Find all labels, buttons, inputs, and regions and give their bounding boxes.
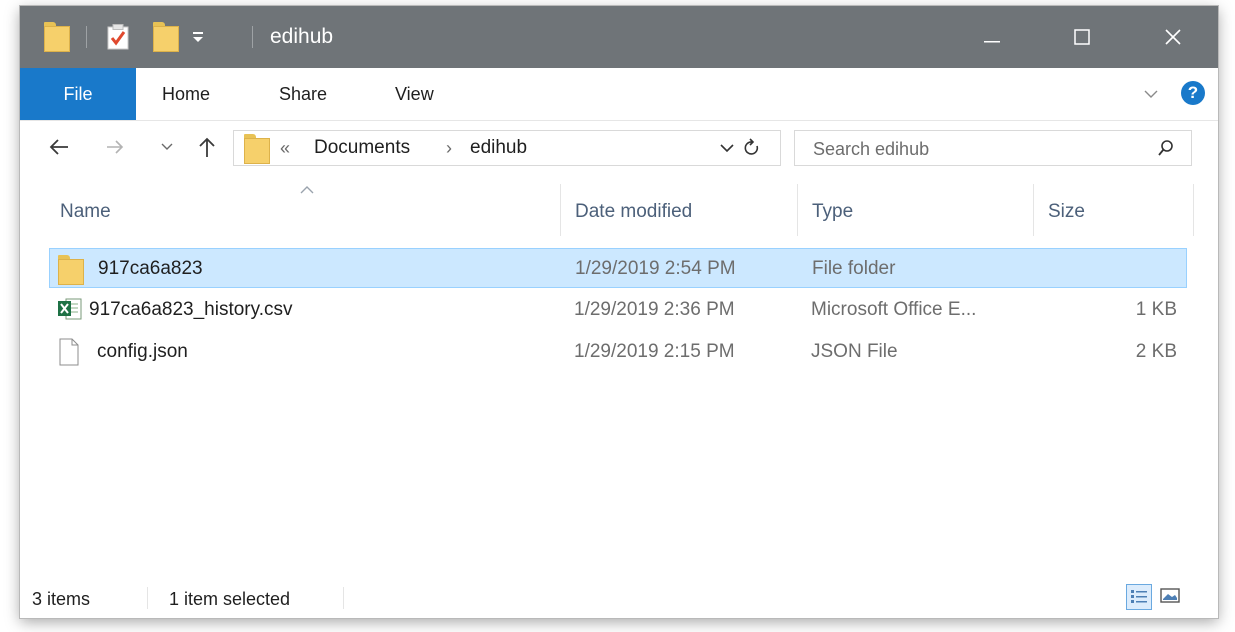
maximize-button[interactable]: [1037, 6, 1127, 68]
breadcrumb-overflow[interactable]: «: [280, 131, 290, 165]
file-size: 1 KB: [1135, 299, 1177, 320]
recent-locations-button[interactable]: [156, 121, 178, 173]
title-bar: edihub: [20, 6, 1218, 68]
file-date: 1/29/2019 2:36 PM: [574, 299, 735, 320]
ribbon-tabs: File Home Share View ?: [20, 68, 1218, 121]
tab-file[interactable]: File: [20, 68, 136, 120]
breadcrumb-edihub[interactable]: edihub: [470, 131, 527, 165]
file-size: 2 KB: [1135, 341, 1177, 362]
tab-view[interactable]: View: [395, 68, 434, 120]
tab-home[interactable]: Home: [162, 68, 210, 120]
column-header-date-modified[interactable]: Date modified: [575, 181, 692, 239]
refresh-icon: [744, 138, 759, 155]
file-date: 1/29/2019 2:15 PM: [574, 341, 735, 362]
column-header-size[interactable]: Size: [1048, 181, 1085, 239]
file-type: File folder: [812, 258, 896, 279]
search-box[interactable]: [794, 130, 1192, 167]
folder-icon: [44, 6, 70, 68]
breadcrumb-documents[interactable]: Documents: [314, 131, 410, 165]
forward-arrow-icon: [107, 140, 124, 154]
window-title: edihub: [270, 25, 334, 48]
close-button[interactable]: [1128, 6, 1218, 68]
status-divider: [147, 587, 148, 609]
title-separator: [252, 26, 253, 48]
folder-icon: [58, 255, 84, 285]
close-icon: [1165, 29, 1181, 45]
expand-ribbon-icon[interactable]: [1144, 86, 1158, 104]
properties-icon[interactable]: [107, 6, 129, 68]
address-bar[interactable]: « Documents › edihub: [233, 130, 781, 166]
large-icons-view-icon: [1160, 588, 1180, 603]
folder-icon: [244, 134, 270, 164]
file-explorer-window: edihub File Home Share View ? « Document…: [20, 6, 1218, 618]
tab-share[interactable]: Share: [279, 68, 327, 120]
column-divider[interactable]: [560, 184, 561, 236]
file-name: 917ca6a823: [98, 258, 203, 279]
details-view-button[interactable]: [1126, 584, 1152, 610]
details-view-icon: [1131, 590, 1147, 603]
file-name: config.json: [97, 341, 188, 362]
breadcrumb-separator[interactable]: ›: [446, 131, 452, 165]
help-button[interactable]: ?: [1181, 81, 1205, 105]
minimize-icon: [984, 41, 1000, 43]
blank-file-icon: [57, 338, 83, 366]
item-count: 3 items: [32, 589, 91, 609]
file-row[interactable]: config.json 1/29/2019 2:15 PM JSON File …: [49, 332, 1187, 372]
status-bar: 3 items 1 item selected: [20, 576, 1218, 618]
excel-csv-icon: [57, 296, 83, 324]
search-icon[interactable]: [1157, 131, 1175, 165]
column-header-name[interactable]: Name: [60, 181, 111, 239]
column-divider[interactable]: [1033, 184, 1034, 236]
column-divider[interactable]: [797, 184, 798, 236]
address-dropdown-button[interactable]: [720, 131, 734, 165]
sort-ascending-icon: [300, 186, 314, 194]
navigation-bar: « Documents › edihub: [20, 121, 1218, 173]
file-name: 917ca6a823_history.csv: [89, 299, 293, 320]
back-arrow-icon: [49, 139, 68, 155]
file-size: [1058, 249, 1178, 289]
minimize-button[interactable]: [947, 6, 1037, 68]
column-divider[interactable]: [1193, 184, 1194, 236]
refresh-button[interactable]: [743, 131, 761, 165]
file-type: JSON File: [811, 341, 898, 362]
chevron-down-icon: [720, 144, 734, 153]
forward-button[interactable]: [100, 121, 130, 173]
chevron-down-icon: [161, 143, 173, 150]
back-button[interactable]: [42, 121, 76, 173]
file-date: 1/29/2019 2:54 PM: [575, 258, 736, 279]
new-folder-icon[interactable]: [153, 6, 179, 68]
customize-toolbar-icon[interactable]: [192, 6, 204, 68]
up-button[interactable]: [192, 121, 222, 173]
toolbar-separator: [86, 26, 87, 48]
column-header-type[interactable]: Type: [812, 181, 853, 239]
status-divider: [343, 587, 344, 609]
up-arrow-icon: [199, 137, 215, 157]
file-type: Microsoft Office E...: [811, 299, 977, 320]
maximize-icon: [1074, 29, 1090, 45]
file-row[interactable]: 917ca6a823_history.csv 1/29/2019 2:36 PM…: [49, 290, 1187, 330]
search-input[interactable]: [795, 131, 1155, 167]
selection-count: 1 item selected: [169, 589, 291, 609]
file-row[interactable]: 917ca6a823 1/29/2019 2:54 PM File folder: [49, 248, 1187, 288]
large-icons-view-button[interactable]: [1158, 584, 1184, 610]
